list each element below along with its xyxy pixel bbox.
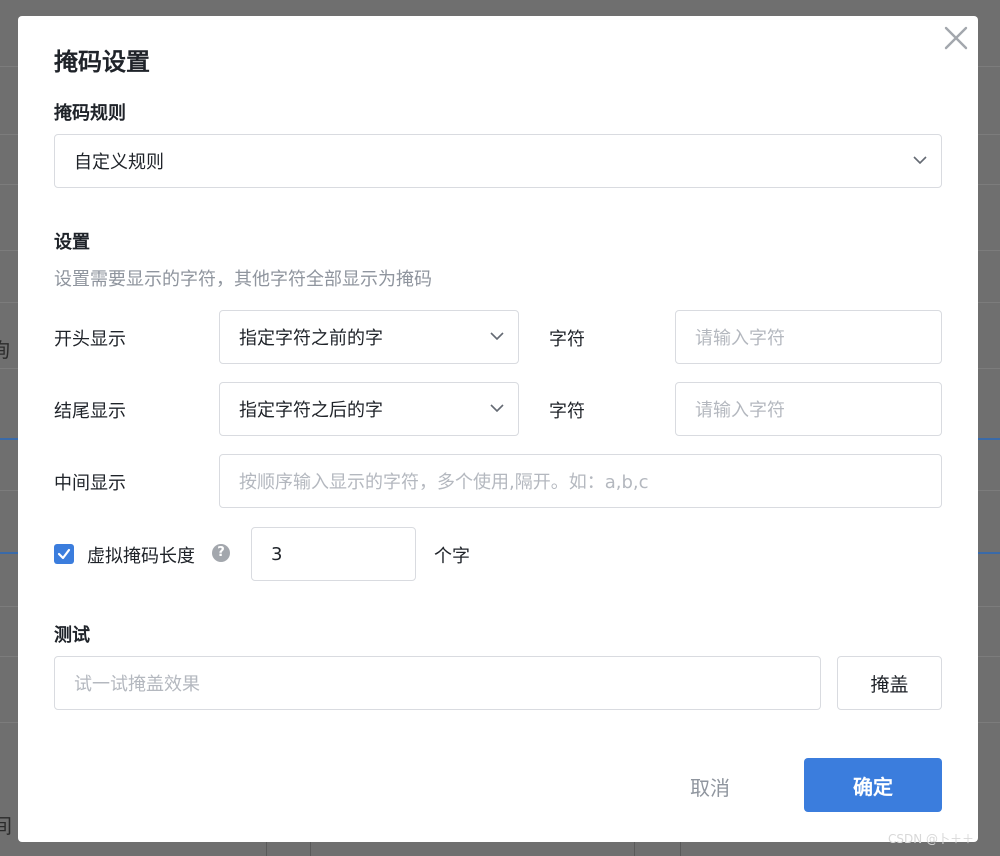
start-char-label: 字符	[549, 329, 585, 350]
settings-hint: 设置需要显示的字符，其他字符全部显示为掩码	[54, 269, 432, 290]
virtual-mask-length-value: 3	[271, 543, 283, 565]
chevron-down-icon	[490, 332, 504, 340]
chevron-down-icon	[490, 404, 504, 412]
end-display-value: 指定字符之后的字	[239, 400, 383, 421]
help-icon[interactable]: ?	[212, 544, 230, 562]
virtual-mask-unit: 个字	[434, 546, 470, 567]
start-display-value: 指定字符之前的字	[239, 328, 383, 349]
test-input[interactable]: 试一试掩盖效果	[54, 656, 821, 710]
bg-accent-line	[0, 552, 18, 554]
virtual-mask-label: 虚拟掩码长度	[87, 546, 195, 567]
test-input-placeholder: 试一试掩盖效果	[74, 674, 200, 695]
bg-accent-line	[978, 438, 1000, 440]
bg-accent-line	[978, 552, 1000, 554]
bg-text-fragment: 间	[0, 814, 12, 838]
start-char-input[interactable]: 请输入字符	[675, 310, 942, 364]
settings-label: 设置	[54, 232, 90, 253]
end-display-select[interactable]: 指定字符之后的字	[219, 382, 519, 436]
start-display-select[interactable]: 指定字符之前的字	[219, 310, 519, 364]
mask-settings-dialog: 掩码设置 掩码规则 自定义规则 设置 设置需要显示的字符，其他字符全部显示为掩码…	[18, 16, 978, 842]
bg-accent-line	[0, 438, 18, 440]
virtual-mask-length-input[interactable]: 3	[251, 527, 416, 581]
close-icon	[944, 26, 968, 50]
mask-rule-label: 掩码规则	[54, 103, 126, 124]
mask-rule-select[interactable]: 自定义规则	[54, 134, 942, 188]
check-icon	[57, 548, 71, 560]
confirm-button[interactable]: 确定	[804, 758, 942, 812]
start-char-placeholder: 请输入字符	[695, 328, 785, 349]
chevron-down-icon	[913, 156, 927, 164]
end-char-input[interactable]: 请输入字符	[675, 382, 942, 436]
cancel-button[interactable]: 取消	[690, 772, 730, 801]
end-display-label: 结尾显示	[54, 401, 126, 422]
close-button[interactable]	[940, 22, 972, 54]
start-display-label: 开头显示	[54, 329, 126, 350]
watermark: CSDN @卜＋＋	[888, 832, 975, 846]
mask-rule-value: 自定义规则	[74, 152, 164, 173]
bg-text-fragment: 询	[0, 334, 10, 363]
test-label: 测试	[54, 625, 90, 646]
end-char-placeholder: 请输入字符	[695, 400, 785, 421]
virtual-mask-checkbox[interactable]	[54, 544, 74, 564]
end-char-label: 字符	[549, 401, 585, 422]
middle-display-placeholder: 按顺序输入显示的字符，多个使用,隔开。如：a,b,c	[239, 472, 649, 493]
dialog-title: 掩码设置	[54, 48, 150, 76]
middle-display-label: 中间显示	[54, 473, 126, 494]
middle-display-input[interactable]: 按顺序输入显示的字符，多个使用,隔开。如：a,b,c	[219, 454, 942, 508]
mask-button[interactable]: 掩盖	[837, 656, 942, 710]
